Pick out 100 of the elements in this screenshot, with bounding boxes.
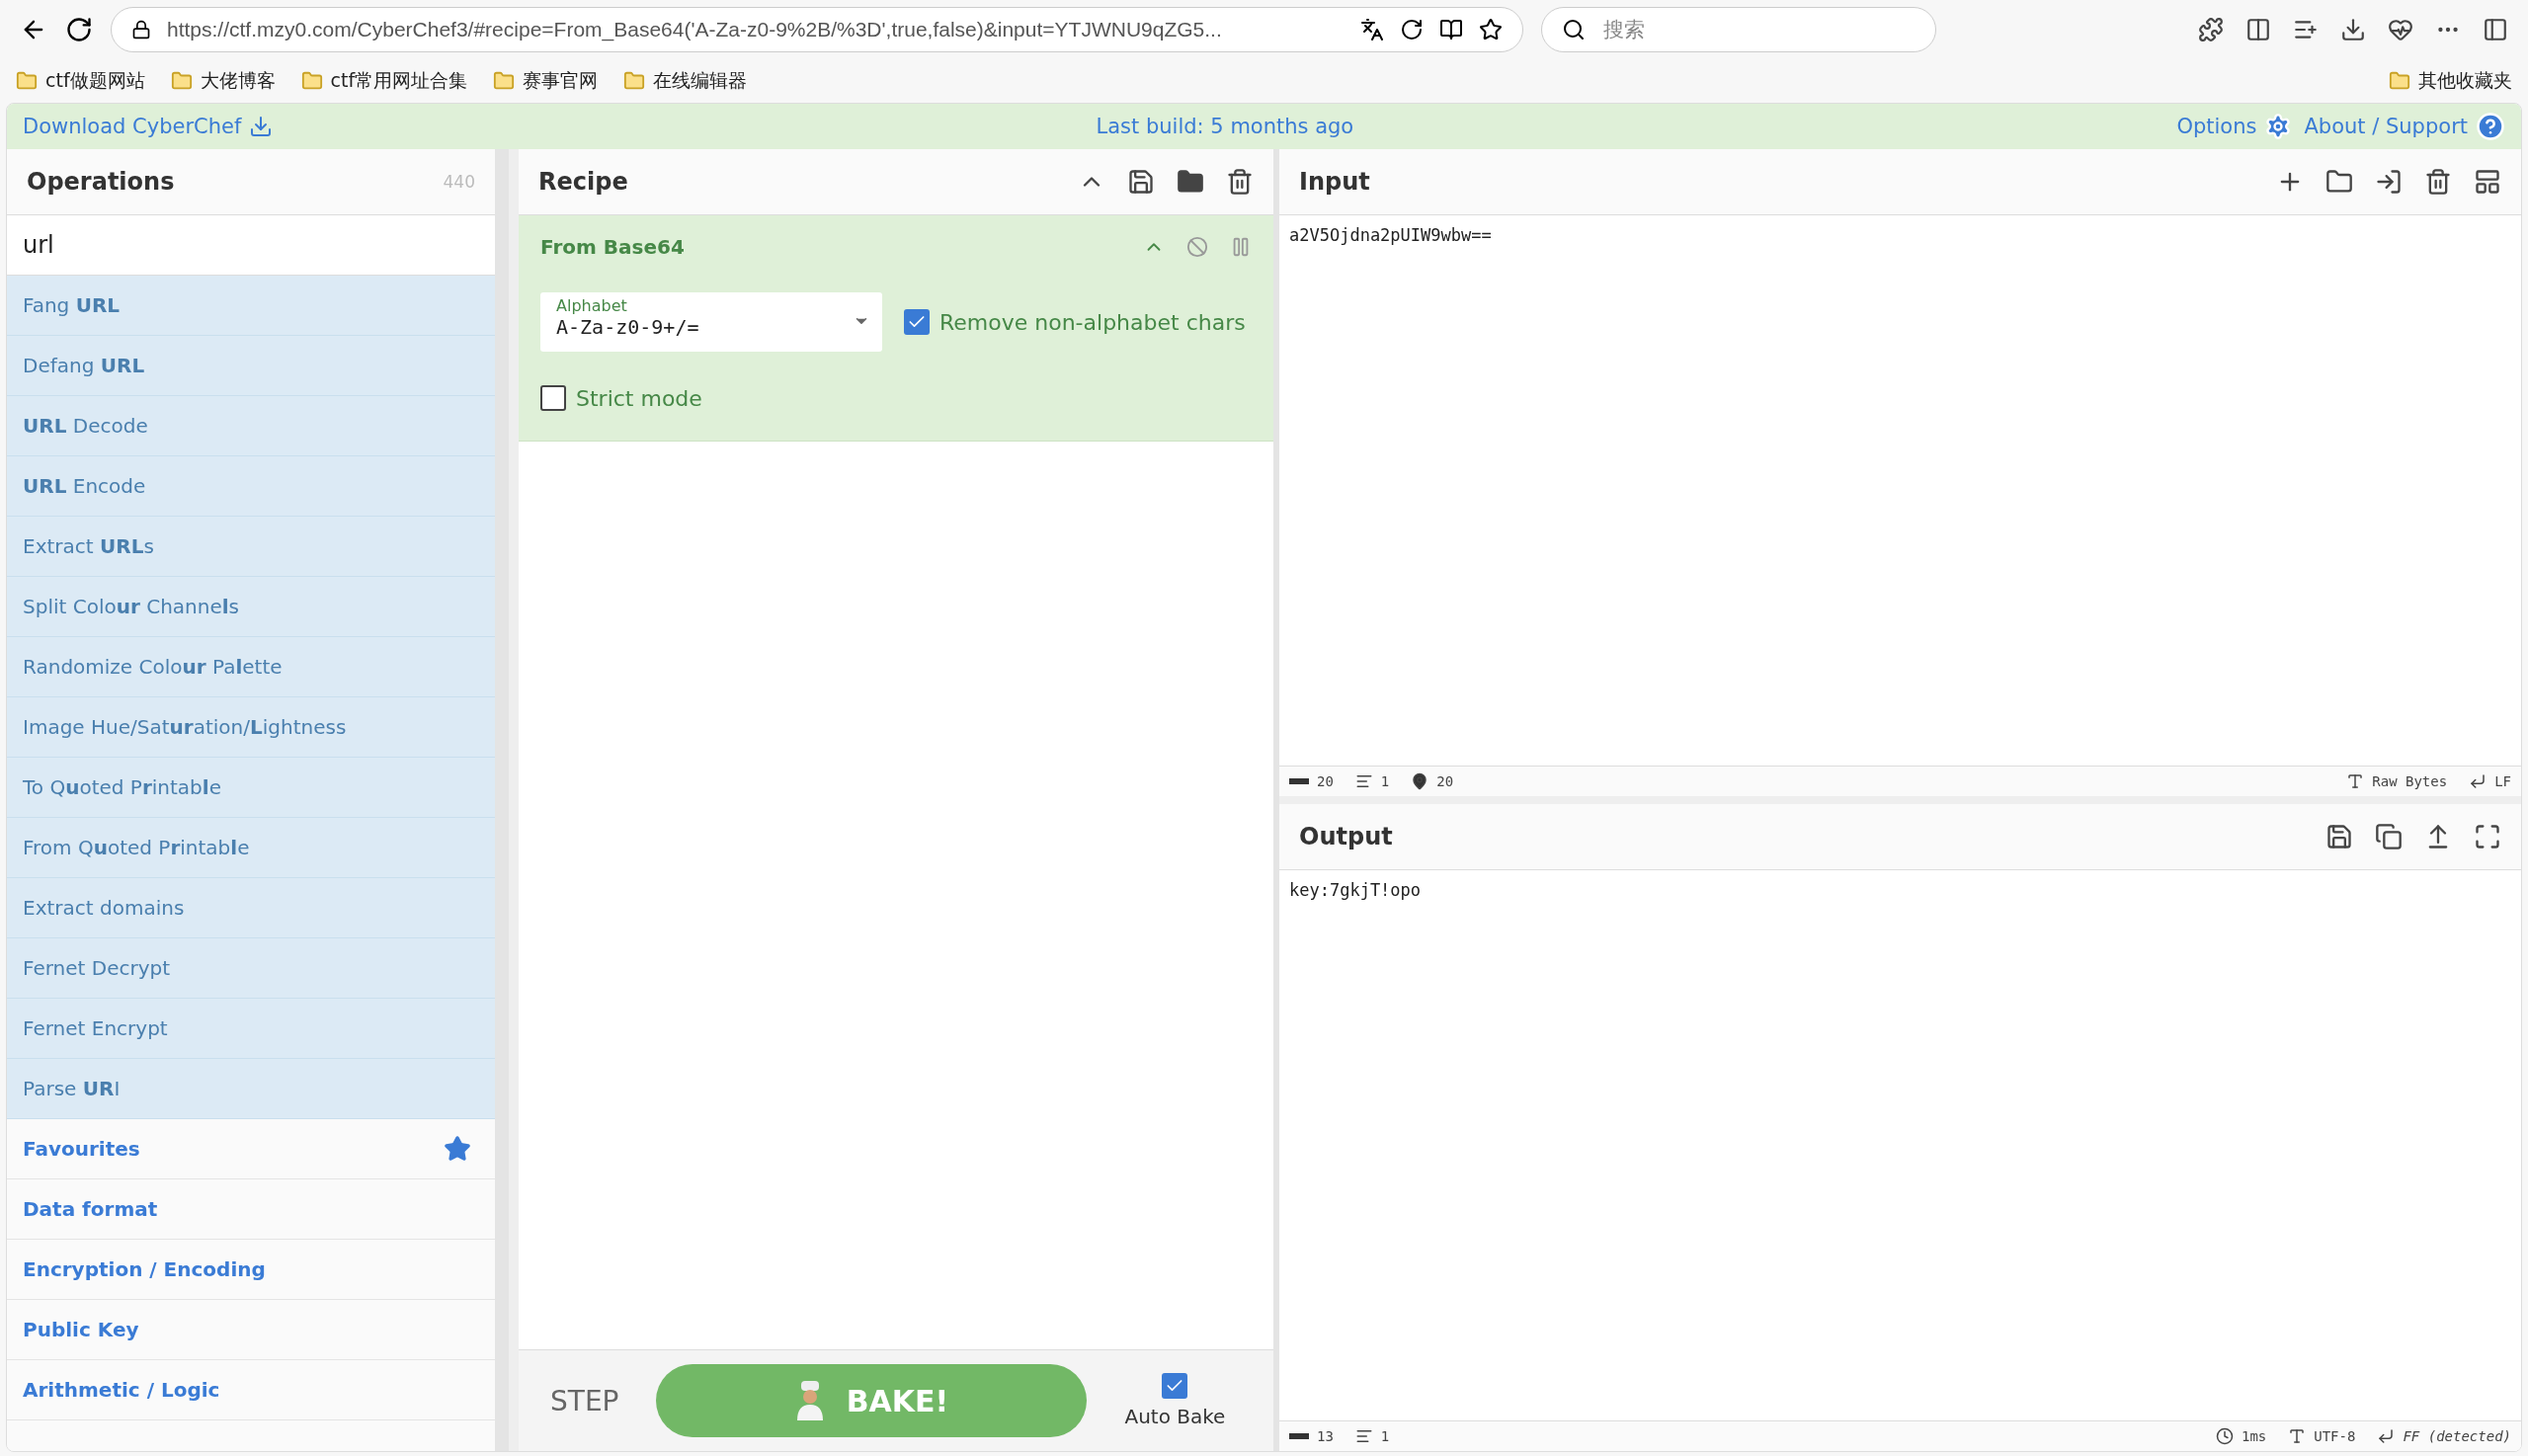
copy-icon[interactable] bbox=[2375, 823, 2403, 850]
help-icon bbox=[2476, 112, 2505, 141]
panel-title: Operations bbox=[27, 168, 175, 196]
bookmark[interactable]: ctf做题网站 bbox=[16, 68, 145, 94]
options-link[interactable]: Options bbox=[2176, 113, 2293, 140]
status-value: 1ms bbox=[2241, 1428, 2267, 1444]
folder-icon[interactable] bbox=[1177, 168, 1204, 196]
search-icon bbox=[1562, 18, 1586, 41]
checkbox-label: Remove non-alphabet chars bbox=[939, 309, 1246, 335]
reader-icon[interactable] bbox=[1439, 18, 1463, 41]
folder-icon bbox=[16, 70, 38, 92]
trash-icon[interactable] bbox=[1226, 168, 1254, 196]
operation-search-field[interactable]: url bbox=[7, 215, 495, 276]
download-icon bbox=[249, 115, 274, 138]
checkbox-label: Strict mode bbox=[576, 385, 702, 411]
sidebar-icon[interactable] bbox=[2483, 17, 2508, 42]
status-value: 20 bbox=[1317, 773, 1334, 789]
checkbox[interactable] bbox=[540, 385, 566, 411]
chef-icon bbox=[794, 1381, 825, 1420]
operation-item[interactable]: Extract domains bbox=[7, 878, 495, 938]
address-bar[interactable]: https://ctf.mzy0.com/CyberChef3/#recipe=From_Base64('A-Za-z0-9%2B/%3D',true,false)&input=YTJWNU9qZG5... bbox=[111, 7, 1523, 52]
return-icon[interactable] bbox=[2469, 772, 2487, 790]
status-value: 13 bbox=[1317, 1428, 1334, 1444]
layout-icon[interactable] bbox=[2474, 168, 2501, 196]
operation-item[interactable]: Split Colour Channels bbox=[7, 577, 495, 637]
checkbox[interactable] bbox=[904, 309, 930, 335]
status-value: 20 bbox=[1436, 773, 1454, 789]
category-item[interactable]: Favourites bbox=[7, 1119, 495, 1179]
status-value[interactable]: LF bbox=[2494, 773, 2511, 789]
fullscreen-icon[interactable] bbox=[2474, 823, 2501, 850]
operation-item[interactable]: Fernet Encrypt bbox=[7, 999, 495, 1059]
favorite-icon[interactable] bbox=[1479, 18, 1503, 41]
output-text: key:7gkjT!opo bbox=[1288, 879, 1423, 902]
folder-icon bbox=[2389, 70, 2410, 92]
build-info: Last build: 5 months ago bbox=[1096, 115, 1354, 138]
heart-icon[interactable] bbox=[2388, 17, 2413, 42]
search-box[interactable]: 搜索 bbox=[1541, 7, 1936, 52]
operation-title: From Base64 bbox=[540, 235, 685, 259]
pin-icon bbox=[1411, 772, 1429, 790]
bookmark[interactable]: ctf常用网址合集 bbox=[300, 68, 468, 94]
category-item[interactable]: Public Key bbox=[7, 1300, 495, 1360]
translate-icon[interactable] bbox=[1360, 18, 1384, 41]
operation-item[interactable]: Randomize Colour Palette bbox=[7, 637, 495, 697]
operation-item[interactable]: Parse URI bbox=[7, 1059, 495, 1119]
return-icon[interactable] bbox=[2377, 1427, 2396, 1445]
puzzle-icon[interactable] bbox=[2198, 17, 2224, 42]
about-link[interactable]: About / Support bbox=[2304, 112, 2505, 141]
trash-icon[interactable] bbox=[2424, 168, 2452, 196]
gear-icon bbox=[2264, 113, 2293, 140]
operation-item[interactable]: URL Encode bbox=[7, 456, 495, 517]
folder-icon bbox=[300, 70, 323, 92]
save-icon[interactable] bbox=[2325, 823, 2353, 850]
refresh-icon[interactable] bbox=[1400, 18, 1424, 41]
operation-item[interactable]: Fang URL bbox=[7, 276, 495, 336]
bookmark[interactable]: 大佬博客 bbox=[170, 68, 276, 94]
lines-icon bbox=[1354, 772, 1373, 790]
lock-icon bbox=[131, 20, 151, 40]
category-item[interactable]: Encryption / Encoding bbox=[7, 1240, 495, 1300]
operation-item[interactable]: From Quoted Printable bbox=[7, 818, 495, 878]
folder-icon[interactable] bbox=[2325, 168, 2353, 196]
operation-item[interactable]: Image Hue/Saturation/Lightness bbox=[7, 697, 495, 758]
status-value[interactable]: Raw Bytes bbox=[2372, 773, 2448, 789]
split-screen-icon[interactable] bbox=[2245, 17, 2271, 42]
operation-item[interactable]: To Quoted Printable bbox=[7, 758, 495, 818]
checkbox-label: Auto Bake bbox=[1124, 1405, 1226, 1428]
category-item[interactable]: Data format bbox=[7, 1179, 495, 1240]
input-text[interactable]: a2V5Ojdna2pUIW9wbw== bbox=[1279, 215, 2521, 766]
folder-icon bbox=[493, 70, 516, 92]
bake-button[interactable]: BAKE! bbox=[656, 1364, 1088, 1437]
folder-icon bbox=[623, 70, 646, 92]
panel-title: Recipe bbox=[538, 168, 628, 196]
download-icon[interactable] bbox=[2340, 17, 2366, 42]
search-field[interactable]: 搜索 bbox=[1601, 17, 1916, 42]
status-value[interactable]: FF (detected) bbox=[2403, 1428, 2511, 1444]
operation-count: 440 bbox=[443, 172, 475, 192]
url-text: https://ctf.mzy0.com/CyberChef3/#recipe=From_Base64('A-Za-z0-9%2B/%3D',true,false)&input=YTJWNU9qZG5... bbox=[167, 18, 1223, 41]
operation-item[interactable]: Defang URL bbox=[7, 336, 495, 396]
step-button[interactable]: STEP bbox=[550, 1384, 619, 1417]
import-icon[interactable] bbox=[2375, 168, 2403, 196]
font-icon[interactable] bbox=[2346, 772, 2365, 790]
download-link[interactable]: Download CyberChef bbox=[23, 115, 274, 138]
operation-item[interactable]: Fernet Decrypt bbox=[7, 938, 495, 999]
font-icon[interactable] bbox=[2288, 1427, 2307, 1445]
status-value: 1 bbox=[1380, 773, 1390, 789]
checkbox[interactable] bbox=[1162, 1373, 1188, 1399]
reload-icon[interactable] bbox=[65, 16, 93, 43]
bookmark[interactable]: 其他收藏夹 bbox=[2389, 68, 2512, 94]
panel-title: Output bbox=[1299, 823, 1393, 850]
clock-icon bbox=[2215, 1427, 2234, 1445]
alphabet-dropdown[interactable]: Alphabet A-Za-z0-9+/= bbox=[540, 292, 882, 352]
panel-title: Input bbox=[1299, 168, 1370, 196]
bookmark[interactable]: 赛事官网 bbox=[493, 68, 599, 94]
bookmark[interactable]: 在线编辑器 bbox=[623, 68, 748, 94]
folder-icon bbox=[170, 70, 193, 92]
operation-item[interactable]: Extract URLs bbox=[7, 517, 495, 577]
status-value[interactable]: UTF-8 bbox=[2314, 1428, 2356, 1444]
save-icon[interactable] bbox=[1127, 168, 1155, 196]
lines-icon bbox=[1354, 1427, 1373, 1445]
category-item[interactable]: Arithmetic / Logic bbox=[7, 1360, 495, 1420]
operation-item[interactable]: URL Decode bbox=[7, 396, 495, 456]
